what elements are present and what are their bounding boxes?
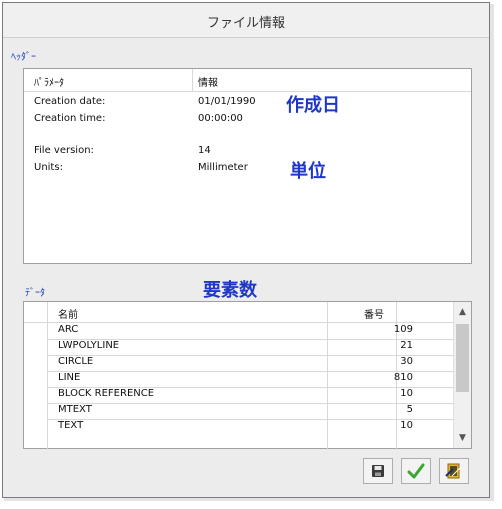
element-count: 810	[393, 372, 413, 383]
element-count: 5	[406, 404, 413, 415]
element-name: LINE	[58, 372, 81, 383]
element-name: TEXT	[58, 420, 84, 431]
column-header-info[interactable]: 情報	[198, 74, 218, 89]
data-row-text[interactable]: TEXT 10	[48, 420, 456, 436]
data-row-block-reference[interactable]: BLOCK REFERENCE 10	[48, 388, 456, 404]
param-label: File version:	[34, 145, 94, 156]
element-count-annotation: 要素数	[203, 280, 257, 301]
header-list[interactable]: ﾊﾟﾗﾒｰﾀ 情報 Creation date: 01/01/1990 Crea…	[23, 68, 472, 264]
data-list-scrollbar[interactable]: ▲ ▼	[453, 302, 471, 448]
floppy-disk-icon	[372, 465, 384, 477]
checkmark-icon	[407, 463, 425, 479]
scrollbar-thumb[interactable]	[456, 324, 469, 392]
exit-icon	[445, 463, 462, 479]
units-annotation: 単位	[290, 161, 326, 182]
header-list-column-header: ﾊﾟﾗﾒｰﾀ 情報	[24, 69, 471, 92]
dialog-body: ﾍｯﾀﾞｰ ﾊﾟﾗﾒｰﾀ 情報 Creation date: 01/01/199…	[3, 37, 489, 497]
element-name: CIRCLE	[58, 356, 94, 367]
ok-button[interactable]	[401, 458, 431, 484]
element-name: LWPOLYLINE	[58, 340, 120, 351]
header-group-label: ﾍｯﾀﾞｰ	[11, 52, 36, 63]
param-label: Units:	[34, 162, 63, 173]
element-count: 30	[400, 356, 413, 367]
file-info-dialog: ファイル情報 ﾍｯﾀﾞｰ ﾊﾟﾗﾒｰﾀ 情報 Creation date: 01…	[2, 2, 490, 498]
element-name: BLOCK REFERENCE	[58, 388, 155, 399]
data-row-line[interactable]: LINE 810	[48, 372, 456, 388]
param-value: Millimeter	[198, 162, 248, 173]
param-label: Creation date:	[34, 96, 106, 107]
column-header-parameter[interactable]: ﾊﾟﾗﾒｰﾀ	[34, 74, 64, 89]
element-name: ARC	[58, 324, 79, 335]
element-count: 109	[393, 324, 413, 335]
column-header-count[interactable]: 番号	[364, 306, 384, 321]
data-row-mtext[interactable]: MTEXT 5	[48, 404, 456, 420]
data-list[interactable]: 名前 番号 ARC 109 LWPOLYLINE 21 CIRCLE 30 LI…	[23, 301, 472, 450]
element-count: 21	[400, 340, 413, 351]
column-divider	[192, 69, 193, 91]
data-row-lwpolyline[interactable]: LWPOLYLINE 21	[48, 340, 456, 356]
param-value: 01/01/1990	[198, 96, 256, 107]
data-row-arc[interactable]: ARC 109	[48, 324, 456, 340]
cancel-button[interactable]	[439, 458, 469, 484]
creation-date-annotation: 作成日	[286, 95, 340, 116]
element-count: 10	[400, 388, 413, 399]
param-label: Creation time:	[34, 113, 106, 124]
data-list-column-header: 名前 番号	[24, 302, 471, 450]
window-title: ファイル情報	[206, 16, 285, 31]
scroll-down-icon[interactable]: ▼	[454, 430, 471, 446]
column-header-name[interactable]: 名前	[58, 306, 78, 321]
param-value: 00:00:00	[198, 113, 243, 124]
scroll-up-icon[interactable]: ▲	[454, 304, 471, 320]
param-value: 14	[198, 145, 211, 156]
data-row-circle[interactable]: CIRCLE 30	[48, 356, 456, 372]
data-group-label: ﾃﾞｰﾀ	[25, 288, 45, 299]
save-button[interactable]	[363, 458, 393, 484]
title-bar[interactable]: ファイル情報	[3, 3, 489, 37]
element-count: 10	[400, 420, 413, 431]
element-name: MTEXT	[58, 404, 92, 415]
